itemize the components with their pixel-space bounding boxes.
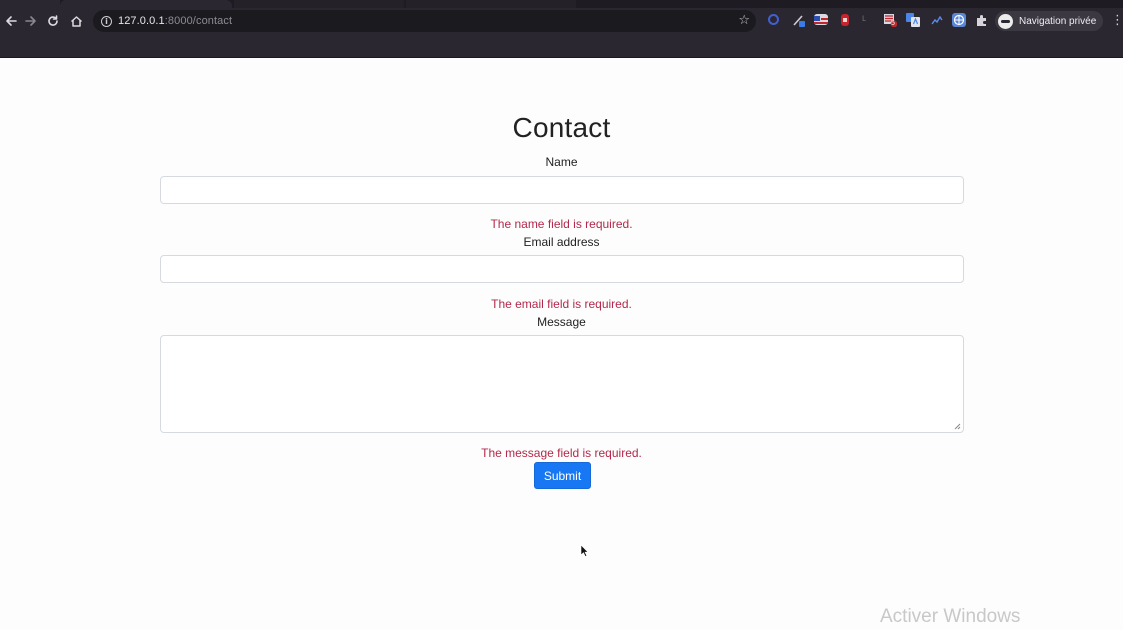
bookmark-bar — [0, 34, 1123, 58]
message-label: Message — [537, 315, 586, 329]
extension-target-icon[interactable] — [768, 14, 779, 25]
reload-button[interactable] — [42, 10, 64, 32]
extension-badge: 5 — [891, 20, 895, 27]
tab-inactive[interactable] — [406, 0, 576, 8]
arrow-left-icon — [6, 16, 17, 26]
submit-button[interactable]: Submit — [534, 462, 591, 489]
tab-inactive[interactable] — [234, 0, 404, 8]
bookmark-star-icon[interactable]: ☆ — [738, 13, 750, 28]
extension-chart-icon[interactable] — [930, 13, 944, 27]
home-button[interactable] — [65, 10, 87, 32]
extension-flag-icon[interactable] — [814, 14, 828, 25]
mouse-cursor-icon — [580, 544, 589, 562]
address-bar[interactable]: i 127.0.0.1:8000/contact ☆ — [93, 10, 756, 32]
extensions-puzzle-icon[interactable] — [975, 13, 989, 27]
name-error: The name field is required. — [490, 217, 633, 231]
info-icon[interactable]: i — [101, 15, 112, 27]
email-label: Email address — [523, 235, 600, 249]
email-error: The email field is required. — [491, 297, 632, 311]
message-error: The message field is required. — [481, 446, 642, 460]
url-text[interactable]: 127.0.0.1:8000/contact — [118, 15, 232, 27]
forward-button[interactable] — [20, 10, 42, 32]
url-path: :8000/contact — [164, 15, 233, 27]
extension-translate-icon[interactable] — [906, 13, 920, 27]
back-button[interactable] — [0, 10, 22, 32]
extension-letter-icon[interactable]: ʟ — [862, 13, 876, 27]
profile-button[interactable]: Navigation privée — [995, 11, 1103, 31]
incognito-avatar-icon — [998, 13, 1013, 29]
browser-toolbar: i 127.0.0.1:8000/contact ☆ ʟ 5 Navigatio… — [0, 8, 1123, 34]
windows-activation-watermark: Activer Windows — [880, 606, 1021, 627]
tab-strip — [0, 0, 1123, 8]
url-host: 127.0.0.1 — [118, 15, 165, 27]
name-input[interactable] — [160, 176, 964, 204]
tab-active[interactable] — [60, 0, 232, 8]
message-textarea[interactable] — [160, 335, 964, 433]
page-title: Contact — [512, 112, 611, 143]
email-input[interactable] — [160, 255, 964, 283]
arrow-right-icon — [25, 16, 36, 26]
extension-list-icon[interactable]: 5 — [883, 13, 898, 28]
extension-red-icon[interactable] — [838, 13, 852, 27]
reload-icon — [48, 15, 58, 26]
name-label: Name — [545, 155, 578, 169]
profile-label: Navigation privée — [1019, 15, 1097, 27]
resize-grip-icon[interactable] — [954, 423, 961, 430]
tab-inactive[interactable] — [0, 0, 60, 8]
home-icon — [70, 15, 82, 27]
extension-globe-icon[interactable] — [952, 13, 966, 27]
kebab-menu-icon[interactable]: ⋮ — [1111, 13, 1123, 28]
extension-pen-icon[interactable] — [792, 13, 806, 27]
